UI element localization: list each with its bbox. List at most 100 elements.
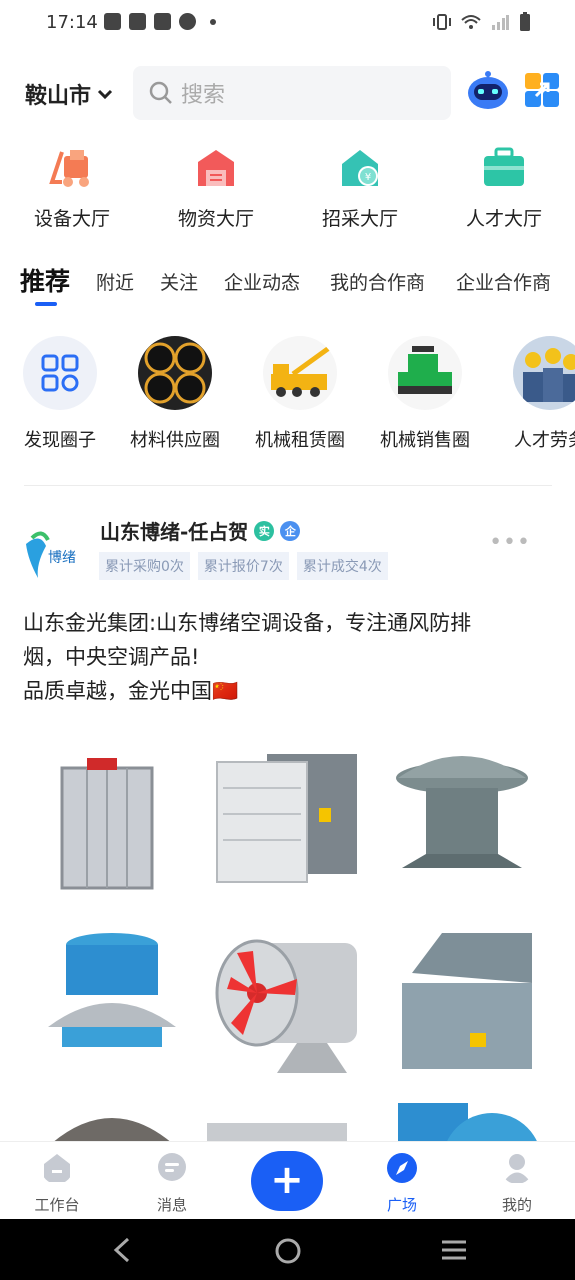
circle-labor[interactable]: 人才劳务 (490, 336, 575, 452)
add-post-button[interactable]: + (251, 1151, 323, 1211)
post-image-fan-9[interactable] (382, 1103, 542, 1143)
quick-entries: 设备大厅 物资大厅 ¥ 招采大厅 人才大厅 (0, 146, 575, 236)
author-name[interactable]: 山东博绪-任占贺 (100, 516, 248, 545)
quick-label: 招采大厅 (321, 208, 398, 230)
circle-label: 机械销售圈 (380, 430, 470, 451)
home-icon[interactable] (274, 1237, 302, 1265)
paver-image (388, 336, 462, 410)
post-image-axial-fan[interactable] (207, 923, 367, 1083)
post-image-exhaust-fan-box[interactable] (207, 738, 367, 898)
nav-messages[interactable]: 消息 (127, 1152, 217, 1215)
nav-profile[interactable]: 我的 (472, 1152, 562, 1215)
chevron-down-icon (97, 89, 113, 100)
post-image-square-roof-fan[interactable] (382, 923, 542, 1083)
post-text[interactable]: 山东金光集团:山东博绪空调设备，专注通风防排 烟，中央空调产品! 品质卓越，金光… (23, 606, 543, 708)
nav-workbench[interactable]: 工作台 (12, 1152, 102, 1215)
nav-label: 我的 (501, 1196, 532, 1214)
quick-materials-hall[interactable]: 物资大厅 (144, 146, 288, 231)
bottom-nav: 工作台 消息 + 广场 我的 (0, 1141, 575, 1220)
vibrate-icon (433, 14, 451, 30)
quick-talent-hall[interactable]: 人才大厅 (432, 146, 575, 231)
circle-machine-sales[interactable]: 机械销售圈 (365, 336, 485, 452)
profile-icon (503, 1154, 531, 1183)
circle-label: 发现圈子 (24, 430, 96, 451)
pipes-image (138, 336, 212, 410)
nav-label: 工作台 (34, 1196, 80, 1214)
circle-discover[interactable]: 发现圈子 (0, 336, 120, 452)
circle-machine-rental[interactable]: 机械租赁圈 (240, 336, 360, 452)
circle-label: 人才劳务 (514, 430, 575, 451)
header: 鞍山市 搜索 (0, 64, 575, 122)
notification-icon (104, 13, 121, 30)
post-image-grid (22, 728, 552, 1143)
more-notifications-icon (210, 18, 216, 25)
quick-label: 物资大厅 (177, 208, 254, 230)
compass-icon (387, 1153, 417, 1183)
post-text-line: 品质卓越，金光中国🇨🇳 (23, 679, 239, 703)
verified-company-badge: 企 (280, 520, 301, 541)
nav-label: 消息 (156, 1196, 187, 1214)
ai-robot-icon[interactable] (465, 68, 511, 114)
battery-icon (520, 12, 530, 31)
circle-list: 发现圈子 材料供应圈 机械租赁圈 机械销售圈 人才劳务 (0, 336, 575, 456)
tab-nearby[interactable]: 附近 (96, 268, 134, 295)
post-image-roof-fan[interactable] (382, 738, 542, 898)
status-time: 17:14 (46, 12, 98, 33)
search-icon (149, 81, 172, 104)
stat-tag-quote: 累计报价7次 (197, 552, 289, 580)
crane-truck-image (263, 336, 337, 410)
avatar[interactable]: 博绪 (22, 524, 84, 586)
search-input[interactable]: 搜索 (133, 66, 451, 120)
post-image-blue-roof-fan[interactable] (32, 923, 192, 1083)
stat-tag-purchase: 累计采购0次 (99, 552, 190, 580)
search-placeholder: 搜索 (181, 83, 226, 108)
tab-enterprise-partners[interactable]: 企业合作商 (456, 268, 551, 295)
post-image-fan-7[interactable] (32, 1103, 192, 1143)
post-header: 博绪 山东博绪-任占贺 实 企 累计采购0次 累计报价7次 累计成交4次 ••• (0, 510, 575, 590)
system-navigation-bar (0, 1219, 575, 1280)
quick-procurement-hall[interactable]: ¥ 招采大厅 (288, 146, 432, 231)
notification-icon (179, 13, 196, 30)
system-icons (433, 12, 531, 32)
city-label: 鞍山市 (25, 84, 92, 109)
verified-real-badge: 实 (254, 520, 275, 541)
tab-my-partners[interactable]: 我的合作商 (330, 268, 425, 295)
notification-icons (104, 13, 216, 30)
warehouse-icon (198, 150, 234, 186)
workers-image (513, 336, 575, 410)
svg-text:¥: ¥ (365, 172, 371, 183)
status-bar: 17:14 (0, 0, 575, 46)
signal-icon (492, 15, 509, 30)
post-text-line: 烟，中央空调产品! (23, 645, 200, 669)
wifi-icon (461, 15, 481, 29)
feed-tabs: 推荐 附近 关注 企业动态 我的合作商 企业合作商 (0, 258, 575, 308)
more-options-icon[interactable]: ••• (489, 530, 531, 555)
apps-icon[interactable] (524, 72, 560, 108)
nav-square[interactable]: 广场 (357, 1152, 447, 1215)
back-icon[interactable] (112, 1237, 132, 1263)
avatar-text: 博绪 (48, 549, 76, 566)
tab-company-news[interactable]: 企业动态 (224, 268, 300, 295)
tab-recommend[interactable]: 推荐 (20, 262, 70, 298)
city-selector[interactable]: 鞍山市 (25, 78, 113, 110)
recents-icon[interactable] (440, 1239, 468, 1261)
grid-icon (23, 336, 97, 410)
notification-icon (129, 13, 146, 30)
circle-label: 机械租赁圈 (255, 430, 345, 451)
circle-materials[interactable]: 材料供应圈 (115, 336, 235, 452)
quick-label: 设备大厅 (33, 208, 110, 230)
post-image-fan-8[interactable] (207, 1103, 367, 1143)
message-icon (158, 1153, 186, 1181)
briefcase-icon (484, 147, 524, 186)
circle-label: 材料供应圈 (130, 430, 220, 451)
tab-following[interactable]: 关注 (160, 268, 198, 295)
post-image-fire-damper[interactable] (32, 738, 192, 898)
divider (24, 485, 552, 486)
stat-tag-deal: 累计成交4次 (296, 552, 388, 580)
workbench-icon (44, 1154, 70, 1182)
active-tab-indicator (35, 302, 57, 306)
post-text-line: 山东金光集团:山东博绪空调设备，专注通风防排 (23, 611, 472, 635)
quick-equipment-hall[interactable]: 设备大厅 (0, 146, 144, 231)
house-yen-icon: ¥ (342, 150, 378, 186)
stats-tags: 累计采购0次 累计报价7次 累计成交4次 (99, 552, 388, 580)
